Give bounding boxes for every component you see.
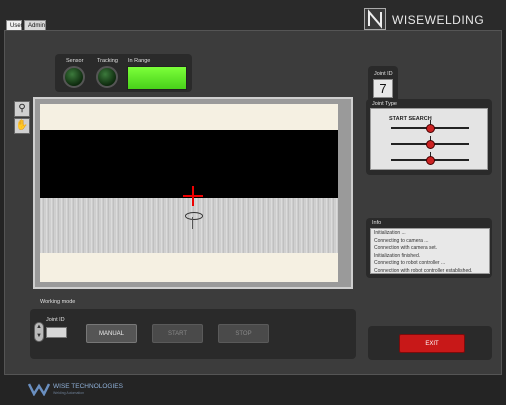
tab-admin[interactable]: Admin xyxy=(24,20,46,30)
weld-seam-marker xyxy=(185,212,203,220)
info-line: Connection with camera set. xyxy=(374,245,438,252)
info-log: Initialization ... Connecting to camera … xyxy=(370,228,490,274)
footer-sub: Welding Automation xyxy=(53,391,85,395)
joint-type-label: Joint Type xyxy=(372,101,397,107)
info-line: Initialization ... xyxy=(374,230,406,236)
tab-user[interactable]: User xyxy=(6,20,23,30)
sensor-label: Sensor xyxy=(66,58,84,64)
start-button[interactable]: START xyxy=(152,324,203,343)
inrange-indicator xyxy=(127,66,187,90)
info-label: Info xyxy=(372,220,382,226)
joint-id-label: Joint ID xyxy=(374,71,393,77)
tracking-label: Tracking xyxy=(97,58,118,64)
camera-metal-surface xyxy=(40,198,338,253)
joint-type-value: START SEARCH xyxy=(389,116,432,122)
crosshair-vertical xyxy=(192,186,194,206)
magnifier-icon[interactable]: ⚲ xyxy=(14,101,30,117)
joint-marker-2 xyxy=(426,140,435,149)
info-line: Connection with robot controller establi… xyxy=(374,267,473,274)
inrange-label: In Range xyxy=(128,58,151,64)
brand-name: WISEWELDING xyxy=(392,13,485,27)
working-mode-label: Working mode xyxy=(40,299,76,305)
info-line: Connecting to robot controller ... xyxy=(374,260,446,267)
stop-button[interactable]: STOP xyxy=(218,324,269,343)
joint-marker-3 xyxy=(426,156,435,165)
camera-dark-region xyxy=(40,130,338,198)
brand-logo: WISEWELDING xyxy=(364,8,494,30)
exit-button[interactable]: EXIT xyxy=(399,334,465,353)
sensor-led xyxy=(63,66,85,88)
footer-brand: WISE TECHNOLOGIES xyxy=(53,383,123,390)
info-line: Initialization finished. xyxy=(374,252,421,259)
wm-joint-id-label: Joint ID xyxy=(46,317,65,323)
joint-id-stepper[interactable]: ▲ ▼ xyxy=(34,322,44,342)
manual-button[interactable]: MANUAL xyxy=(86,324,137,343)
joint-id-value: 7 xyxy=(373,79,393,98)
logo-mark-icon xyxy=(364,8,386,30)
wm-joint-id-input[interactable] xyxy=(46,327,67,338)
hand-icon[interactable]: ✋ xyxy=(14,118,30,134)
info-line: Connecting to camera ... xyxy=(374,237,429,244)
joint-marker-1 xyxy=(426,124,435,133)
tracking-led xyxy=(96,66,118,88)
footer-logo-icon xyxy=(28,383,50,396)
weld-seam-line xyxy=(192,217,193,229)
